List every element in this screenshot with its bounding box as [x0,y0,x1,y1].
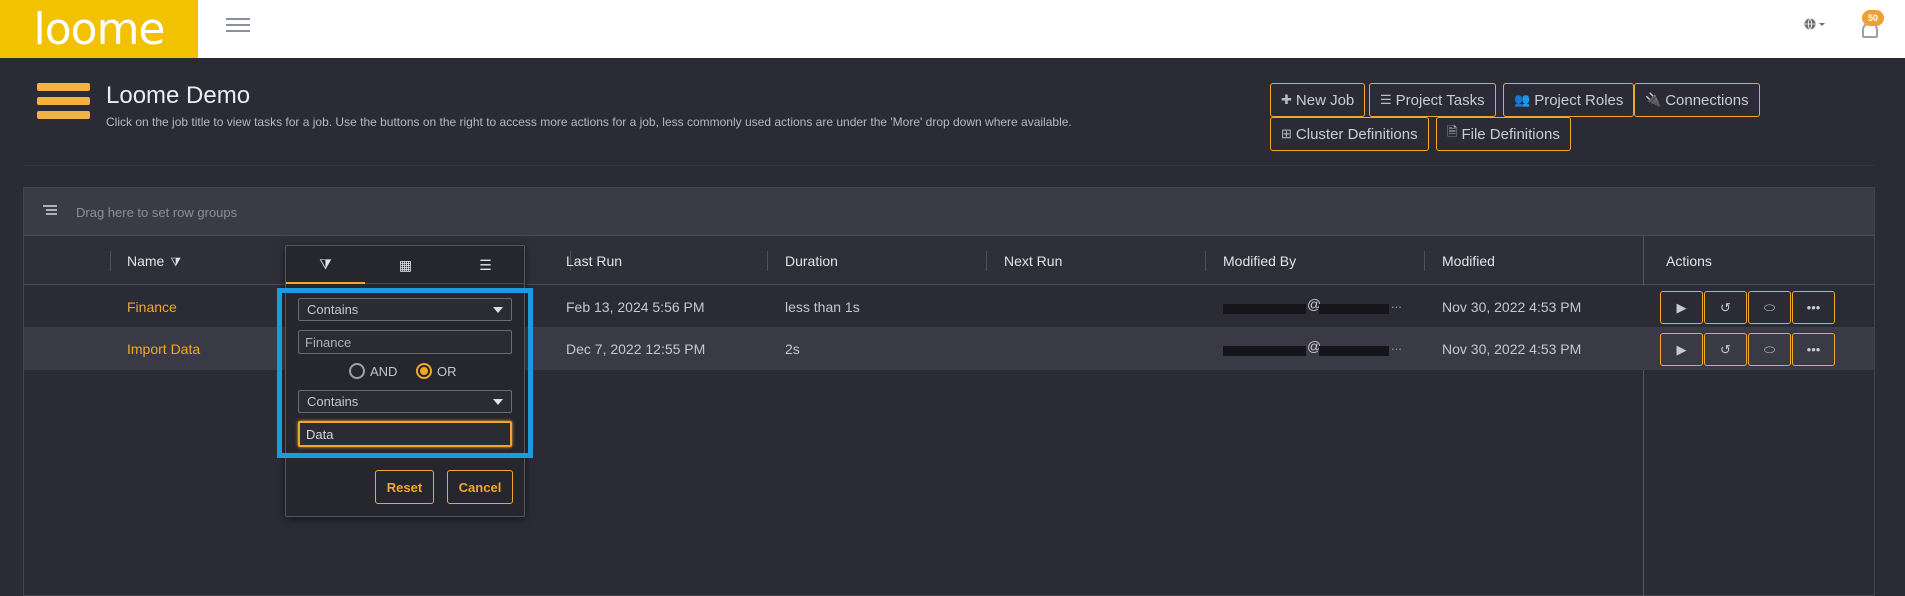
header-divider [24,165,1874,166]
last-run-cell: Dec 7, 2022 12:55 PM [566,341,706,357]
users-icon: 👥 [1514,92,1531,107]
file-icon: 🗎 [1447,124,1458,139]
globe-icon[interactable] [1804,17,1826,36]
table-icon: ▦ [398,256,413,273]
row-group-drop-zone[interactable]: Drag here to set row groups [24,188,1874,236]
play-icon: ▶ [1676,341,1687,357]
column-header-duration[interactable]: Duration [785,253,838,269]
menu-toggle-icon[interactable] [226,18,250,36]
column-header-modified-by[interactable]: Modified By [1223,253,1296,269]
cluster-icon: ⊞ [1281,126,1292,141]
new-job-button[interactable]: ✚ New Job [1270,83,1366,117]
redacted-domain [1319,304,1389,314]
notifications-bell-icon[interactable]: 50 [1860,10,1884,42]
connections-button[interactable]: 🔌 Connections [1634,83,1760,117]
toggle-job-button[interactable]: ⬭ [1748,291,1791,324]
file-definitions-button[interactable]: 🗎 File Definitions [1436,117,1571,151]
row-group-icon [43,205,57,217]
plug-icon: 🔌 [1645,92,1662,107]
column-divider [986,251,987,271]
top-bar: loome 50 [0,0,1905,58]
modified-by-ellipsis: ... [1391,338,1402,353]
notification-count-badge: 50 [1862,10,1884,26]
tab-general[interactable]: ▦ [366,246,445,284]
last-run-cell: Feb 13, 2024 5:56 PM [566,299,705,315]
jobs-list-icon [37,83,90,127]
filter-active-icon: ⧩ [170,255,182,269]
project-roles-button[interactable]: 👥 Project Roles [1503,83,1635,117]
columns-list-icon: ☰ [479,256,492,273]
modified-cell: Nov 30, 2022 4:53 PM [1442,299,1582,315]
tasks-icon: ☰ [1380,92,1392,107]
toggle-job-button[interactable]: ⬭ [1748,333,1791,366]
highlight-box [277,288,533,458]
duration-cell: less than 1s [785,299,860,315]
column-header-actions: Actions [1666,253,1712,269]
history-icon: ↺ [1720,341,1731,357]
cluster-definitions-button[interactable]: ⊞ Cluster Definitions [1270,117,1429,151]
cancel-button[interactable]: Cancel [447,470,513,504]
modified-cell: Nov 30, 2022 4:53 PM [1442,341,1582,357]
filter-icon: ⧩ [319,255,332,272]
play-icon: ▶ [1676,299,1687,315]
page-subtitle: Click on the job title to view tasks for… [106,115,1072,129]
column-header-name[interactable]: Name ⧩ [127,253,181,270]
toggle-icon: ⬭ [1763,341,1776,357]
redacted-domain [1319,346,1389,356]
toggle-icon: ⬭ [1763,299,1776,315]
job-name-link[interactable]: Finance [127,299,177,315]
column-divider [110,251,111,271]
loome-logo[interactable]: loome [0,0,198,58]
column-header-next-run[interactable]: Next Run [1004,253,1062,269]
job-name-link[interactable]: Import Data [127,341,200,357]
modified-by-ellipsis: ... [1391,296,1402,311]
redacted-username [1223,304,1306,314]
plus-icon: ✚ [1281,92,1292,107]
page-title: Loome Demo [106,82,251,109]
row-group-hint: Drag here to set row groups [76,205,238,220]
more-actions-button[interactable]: ••• [1792,291,1835,324]
project-tasks-button[interactable]: ☰ Project Tasks [1369,83,1496,117]
column-divider [1424,251,1425,271]
tab-filter[interactable]: ⧩ [286,246,365,284]
run-job-button[interactable]: ▶ [1660,291,1703,324]
more-actions-button[interactable]: ••• [1792,333,1835,366]
tab-columns[interactable]: ☰ [446,246,525,284]
history-icon: ↺ [1720,299,1731,315]
job-history-button[interactable]: ↺ [1704,291,1747,324]
column-header-modified[interactable]: Modified [1442,253,1495,269]
column-divider [767,251,768,271]
reset-button[interactable]: Reset [375,470,434,504]
duration-cell: 2s [785,341,800,357]
more-icon: ••• [1806,342,1821,357]
column-divider [1205,251,1206,271]
filter-popup-tabs: ⧩ ▦ ☰ [286,246,524,284]
more-icon: ••• [1806,300,1821,315]
job-history-button[interactable]: ↺ [1704,333,1747,366]
column-header-last-run[interactable]: Last Run [566,253,622,269]
run-job-button[interactable]: ▶ [1660,333,1703,366]
redacted-username [1223,346,1306,356]
